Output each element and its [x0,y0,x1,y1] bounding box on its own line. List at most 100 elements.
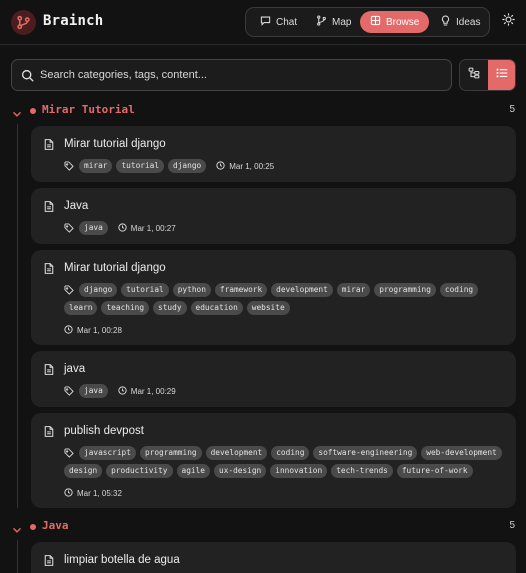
note-card[interactable]: Java java Mar 1, 00:27 [31,188,516,244]
tag-chip[interactable]: java [79,384,108,398]
app-title: Brainch [43,13,104,29]
header-divider [0,44,526,45]
nav-chat[interactable]: Chat [252,11,305,33]
category-name: Java [42,519,69,532]
note-title: Mirar tutorial django [64,262,166,274]
tag-chip[interactable]: coding [271,446,310,460]
chat-bubble-icon [260,15,271,29]
category-name: Mirar Tutorial [42,103,135,116]
category-header[interactable]: Java 5 [0,518,526,536]
tag-chip[interactable]: javascript [79,446,136,460]
search-icon [21,69,34,87]
tag-chip[interactable]: development [205,446,268,460]
tag-chip[interactable]: productivity [106,464,173,478]
note-title: java [64,363,86,375]
tag-chip[interactable]: programming [139,446,202,460]
tag-chip[interactable]: tech-trends [331,464,393,478]
app-root: Brainch Chat Map Browse Ideas Search cat… [0,0,526,573]
note-card[interactable]: Mirar tutorial django django tutorial py… [31,250,516,345]
tag-chip[interactable]: web-development [421,446,502,460]
tag-list: java Mar 1, 00:29 [64,384,504,398]
tag-chip[interactable]: java [79,221,108,235]
tag-chip[interactable]: design [64,464,103,478]
tag-icon [64,386,74,396]
search-input[interactable] [40,60,440,90]
timestamp: Mar 1, 00:28 [64,325,122,336]
note-card[interactable]: java java Mar 1, 00:29 [31,351,516,407]
git-branch-icon [316,15,327,29]
tag-chip[interactable]: ux-design [214,464,267,478]
timestamp-text: Mar 1, 00:28 [77,326,122,335]
category-header[interactable]: Mirar Tutorial 5 [0,102,526,120]
list-icon [496,66,508,84]
tag-chip[interactable]: coding [439,283,479,297]
grid-icon [370,15,381,29]
nav-chat-label: Chat [276,16,298,28]
tag-chip[interactable]: future-of-work [396,464,473,478]
tag-chip[interactable]: agile [176,464,210,478]
nav-browse-label: Browse [386,16,420,28]
document-icon [43,425,55,443]
tag-chip[interactable]: study [153,301,187,315]
clock-icon [118,222,127,234]
timestamp-text: Mar 1, 00:29 [130,386,176,396]
timestamp-text: Mar 1, 00:27 [130,223,176,233]
view-mode-toggle [459,59,516,91]
tag-icon [64,448,74,458]
category-rail [17,540,18,573]
note-title: Mirar tutorial django [64,138,166,150]
tag-icon [64,223,74,233]
category-dot [30,108,36,114]
tag-list: django tutorial python framework develop… [64,283,494,315]
tag-chip[interactable]: website [246,301,290,315]
category-count: 5 [509,104,515,115]
tag-chip[interactable]: software-engineering [313,446,418,460]
nav-ideas-label: Ideas [456,16,481,28]
lightbulb-icon [440,15,451,29]
note-card[interactable]: limpiar botella de agua [31,542,516,573]
sun-icon [501,13,515,31]
tag-chip[interactable]: tutorial [121,283,169,297]
tag-chip[interactable]: learn [64,301,98,315]
chevron-down-icon [12,522,22,540]
tag-chip[interactable]: development [271,283,333,297]
document-icon [43,138,55,156]
timestamp-text: Mar 1, 00:25 [229,161,275,171]
tag-chip[interactable]: mirar [336,283,371,297]
tag-list: mirar tutorial django Mar 1, 00:25 [64,159,504,173]
category-count: 5 [509,520,515,531]
tag-icon [64,161,74,171]
search-box [11,59,452,91]
timestamp: Mar 1, 00:29 [118,385,176,397]
category-dot [30,524,36,530]
tag-chip[interactable]: innovation [270,464,328,478]
tag-chip[interactable]: django [79,283,118,297]
tag-chip[interactable]: tutorial [116,159,165,173]
theme-toggle-button[interactable] [500,13,516,31]
tag-chip[interactable]: django [168,159,207,173]
tag-chip[interactable]: python [172,283,211,297]
tag-chip[interactable]: education [190,301,243,315]
nav-browse[interactable]: Browse [360,11,430,33]
tag-chip[interactable]: teaching [101,301,150,315]
nav-ideas[interactable]: Ideas [432,11,488,33]
tag-chip[interactable]: programming [374,283,436,297]
chevron-down-icon [12,106,22,124]
timestamp: Mar 1, 00:25 [216,160,275,172]
tree-view-icon [468,66,480,84]
category-rail [17,124,18,508]
list-view-button[interactable] [488,60,515,90]
logo-icon[interactable] [11,10,36,35]
note-card[interactable]: publish devpost javascript programming d… [31,413,516,508]
nav-map[interactable]: Map [308,11,359,33]
tag-icon [64,285,74,295]
tag-chip[interactable]: mirar [79,159,113,173]
tag-chip[interactable]: framework [214,283,268,297]
clock-icon [118,385,127,397]
top-bar: Brainch Chat Map Browse Ideas [0,0,526,44]
tag-list: java Mar 1, 00:27 [64,221,504,235]
note-card[interactable]: Mirar tutorial django mirar tutorial dja… [31,126,516,182]
tree-view-button[interactable] [460,60,488,90]
nav-map-label: Map [332,16,352,28]
clock-icon [216,160,225,172]
